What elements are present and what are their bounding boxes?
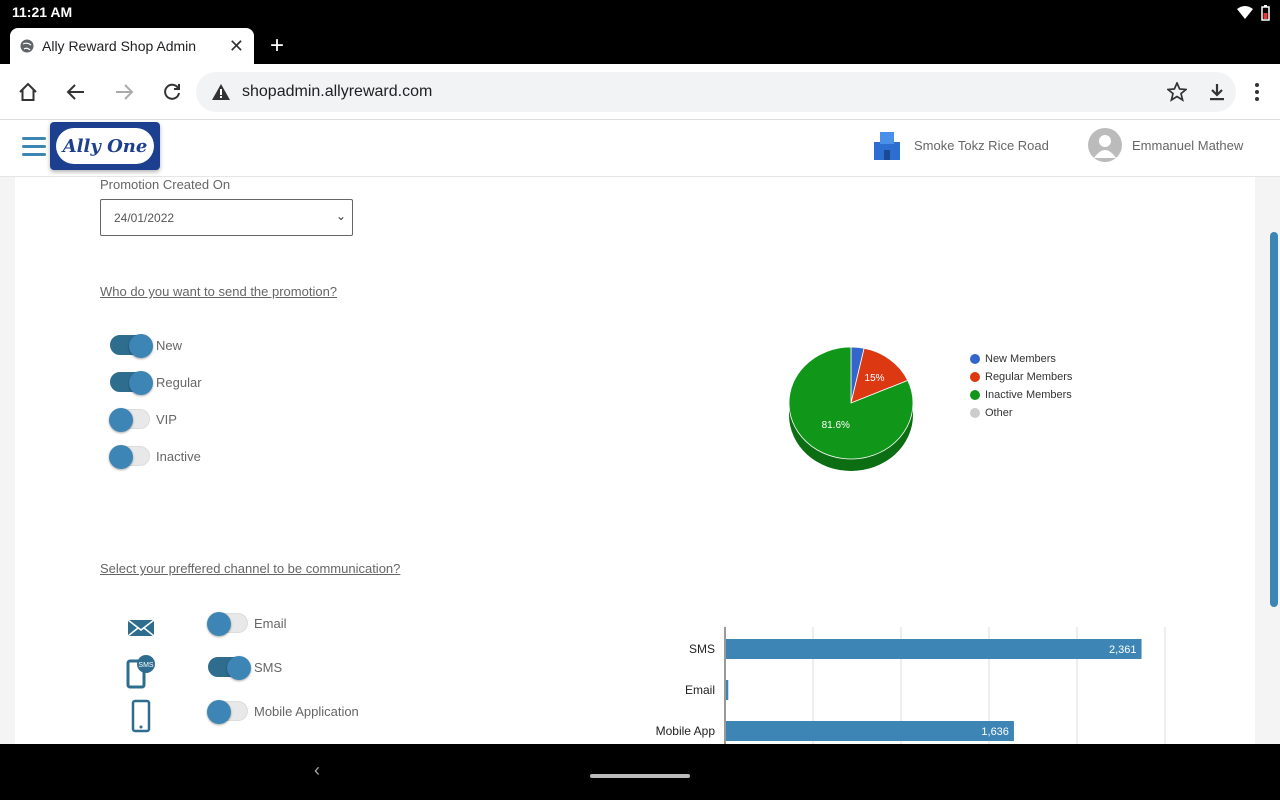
legend-label: Inactive Members	[985, 389, 1072, 401]
pie-legend: New Members Regular Members Inactive Mem…	[970, 350, 1072, 422]
chevron-down-icon: ⌄	[335, 209, 346, 223]
toggle-row-inactive[interactable]: Inactive	[109, 445, 201, 469]
home-icon[interactable]	[16, 80, 40, 104]
created-on-label: Promotion Created On	[100, 177, 231, 192]
created-on-value: 24/01/2022	[114, 211, 175, 225]
toggle-row-email[interactable]: Email	[207, 612, 287, 636]
bar-mobile-app	[726, 721, 1014, 741]
pie-data-label: 81.6%	[822, 420, 850, 431]
toggle-label: Email	[254, 615, 287, 631]
sms-phone-icon: SMS	[126, 655, 155, 689]
promotion-form-card: Promotion Created On 24/01/2022 ⌄ Who do…	[15, 177, 1255, 744]
globe-icon	[20, 39, 34, 53]
shop-building-icon	[874, 132, 900, 160]
battery-icon	[1261, 5, 1270, 21]
browser-tab[interactable]: Ally Reward Shop Admin ✕	[10, 28, 254, 64]
toggle-row-mobile-app[interactable]: Mobile Application	[207, 700, 359, 724]
bookmark-star-icon[interactable]	[1165, 80, 1189, 104]
system-back-icon[interactable]: ‹	[314, 760, 320, 781]
toggle-new[interactable]	[110, 334, 153, 358]
status-bar: 11:21 AM	[0, 0, 1280, 26]
tab-title: Ally Reward Shop Admin	[42, 38, 197, 54]
toggle-mobile-application[interactable]	[207, 700, 248, 724]
user-menu[interactable]: Emmanuel Mathew	[1088, 128, 1243, 162]
back-icon[interactable]	[64, 80, 88, 104]
bar-data-label: 2,361	[1109, 644, 1137, 656]
members-pie-chart: 15% 81.6%	[788, 347, 914, 471]
hamburger-menu-icon[interactable]	[22, 137, 46, 157]
toggle-label: Mobile Application	[254, 703, 359, 719]
audience-question: Who do you want to send the promotion?	[100, 284, 338, 299]
legend-item-new: New Members	[970, 350, 1072, 368]
toggle-row-new[interactable]: New	[110, 334, 183, 358]
toggle-sms[interactable]	[208, 656, 251, 680]
legend-item-inactive: Inactive Members	[970, 386, 1072, 404]
url-text: shopadmin.allyreward.com	[242, 83, 433, 100]
ally-one-logo[interactable]: Ally One	[50, 122, 160, 170]
wifi-icon	[1237, 6, 1253, 19]
page-scrollbar[interactable]	[1268, 177, 1280, 744]
legend-item-other: Other	[970, 404, 1072, 422]
scroll-thumb[interactable]	[1270, 232, 1278, 607]
bar-data-label: 1,636	[981, 726, 1009, 738]
download-icon[interactable]	[1205, 80, 1229, 104]
bar-data-label: 13	[729, 685, 741, 697]
bar-sms	[726, 639, 1142, 659]
app-header: Ally One Smoke Tokz Rice Road Emmanuel M…	[0, 120, 1280, 177]
forward-icon[interactable]	[112, 80, 136, 104]
close-tab-icon[interactable]: ✕	[229, 36, 244, 57]
address-bar[interactable]: shopadmin.allyreward.com	[196, 72, 1236, 112]
status-time: 11:21 AM	[12, 4, 73, 20]
status-icons	[1237, 5, 1270, 21]
toggle-regular[interactable]	[110, 371, 153, 395]
legend-label: New Members	[985, 353, 1056, 365]
user-name: Emmanuel Mathew	[1132, 137, 1244, 153]
toggle-inactive[interactable]	[109, 445, 150, 469]
new-tab-icon[interactable]: +	[270, 32, 284, 60]
envelope-icon	[127, 619, 155, 637]
toggle-label: Regular	[156, 374, 202, 390]
reload-icon[interactable]	[160, 80, 184, 104]
legend-label: Regular Members	[985, 371, 1073, 383]
legend-label: Other	[985, 407, 1013, 419]
more-menu-icon[interactable]	[1245, 80, 1269, 104]
page-content: Promotion Created On 24/01/2022 ⌄ Who do…	[0, 177, 1280, 744]
tab-strip: Ally Reward Shop Admin ✕ +	[0, 26, 1280, 64]
channel-question: Select your preffered channel to be comm…	[100, 561, 401, 576]
shop-selector[interactable]: Smoke Tokz Rice Road	[870, 128, 1049, 162]
bar-category-label: Mobile App	[656, 724, 716, 738]
created-on-select[interactable]: 24/01/2022 ⌄	[100, 199, 353, 236]
toggle-row-vip[interactable]: VIP	[109, 408, 177, 432]
pie-data-label: 15%	[865, 373, 885, 384]
warning-icon	[212, 84, 230, 100]
svg-text:SMS: SMS	[138, 662, 154, 669]
bar-category-label: SMS	[689, 642, 715, 656]
user-icon	[1094, 135, 1116, 158]
browser-toolbar: shopadmin.allyreward.com	[0, 64, 1280, 120]
toggle-vip[interactable]	[109, 408, 150, 432]
logo-text: Ally One	[56, 128, 154, 164]
legend-item-regular: Regular Members	[970, 368, 1072, 386]
toggle-row-regular[interactable]: Regular	[110, 371, 202, 395]
system-nav-bar: ‹	[0, 744, 1280, 800]
mobile-phone-icon	[131, 699, 151, 733]
bar-category-label: Email	[685, 683, 715, 697]
toggle-label: VIP	[156, 411, 177, 427]
channel-bar-chart: SMS 2,361 Email 13 Mobile App 1,636	[656, 627, 1166, 744]
toggle-row-sms[interactable]: SMS	[208, 656, 283, 680]
avatar	[1088, 128, 1122, 162]
toggle-label: Inactive	[156, 448, 201, 464]
toggle-email[interactable]	[207, 612, 248, 636]
system-home-handle[interactable]	[590, 774, 690, 778]
toggle-label: New	[156, 337, 183, 353]
toggle-label: SMS	[254, 659, 283, 675]
bar-email	[726, 680, 729, 700]
shop-name: Smoke Tokz Rice Road	[914, 137, 1049, 153]
